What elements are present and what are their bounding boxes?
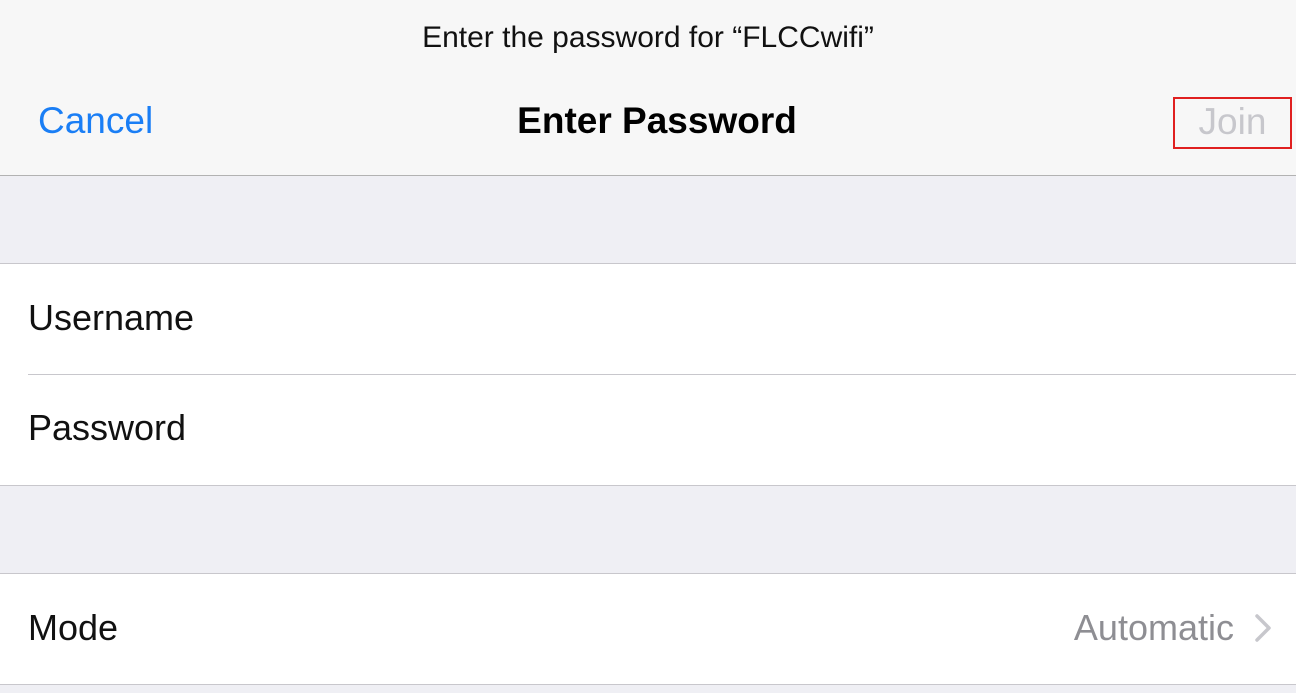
enter-password-screen: Enter the password for “FLCCwifi” Cancel… — [0, 0, 1296, 693]
password-label: Password — [28, 407, 187, 448]
username-row[interactable]: Username — [0, 264, 1296, 374]
credentials-group: Username Password — [0, 263, 1296, 486]
mode-value: Automatic — [1073, 607, 1234, 648]
username-label: Username — [28, 297, 195, 338]
mode-row[interactable]: Mode Automatic — [0, 574, 1296, 684]
join-button[interactable]: Join — [1173, 97, 1292, 149]
options-group: Mode Automatic — [0, 573, 1296, 685]
network-prompt: Enter the password for “FLCCwifi” — [422, 21, 874, 54]
username-field[interactable] — [260, 294, 1264, 344]
chevron-right-icon — [1255, 614, 1271, 642]
password-field[interactable] — [260, 404, 1264, 454]
password-row[interactable]: Password — [0, 374, 1296, 484]
mode-label: Mode — [28, 607, 119, 648]
navigation-bar: Enter the password for “FLCCwifi” Cancel… — [0, 0, 1296, 176]
page-title: Enter Password — [517, 100, 797, 141]
